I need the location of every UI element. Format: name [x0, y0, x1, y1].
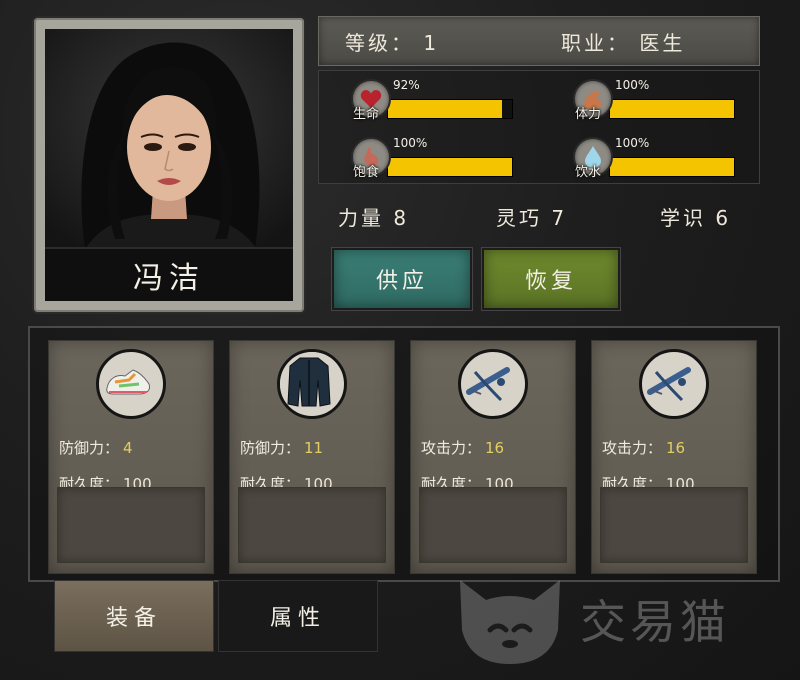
stat-water: 100% 饮水	[573, 131, 743, 180]
stat-label: 攻击力：	[602, 439, 663, 457]
crossbow-icon	[458, 349, 528, 419]
stat-life-label: 生命	[353, 107, 380, 122]
equipment-stat-line: 防御力： 11	[240, 437, 323, 458]
header-bar: 等级： 1 职业： 医生	[318, 16, 760, 66]
stat-water-percent: 100%	[615, 136, 650, 150]
stat-hunger-label: 饱食	[353, 165, 380, 180]
jacket-icon	[277, 349, 347, 419]
recover-button[interactable]: 恢复	[482, 248, 620, 310]
stat-label: 攻击力：	[421, 439, 482, 457]
character-portrait-image	[45, 29, 293, 249]
crossbow-icon	[639, 349, 709, 419]
equipment-card-jacket[interactable]: 防御力： 11 耐久度： 100	[229, 340, 395, 574]
stat-hunger-percent: 100%	[393, 136, 428, 150]
watermark-text: 交易猫	[580, 595, 730, 649]
watermark: 交易猫	[450, 560, 790, 670]
equipment-card-shoes[interactable]: 防御力： 4 耐久度： 100	[48, 340, 214, 574]
stat-hunger: 100% 饱食	[351, 131, 521, 180]
stat-life-bar	[387, 99, 513, 119]
stat-stamina-bar	[609, 99, 735, 119]
stat-value: 4	[123, 439, 133, 457]
character-name: 冯洁	[45, 247, 293, 301]
stat-stamina-label: 体力	[575, 107, 602, 122]
equipment-card-crossbow-2[interactable]: 攻击力： 16 耐久度： 100	[591, 340, 757, 574]
stat-stamina-percent: 100%	[615, 78, 650, 92]
stat-value: 11	[304, 439, 324, 457]
equipment-stat-line: 攻击力： 16	[602, 437, 685, 458]
equipment-slot	[238, 487, 386, 563]
attribute-strength: 力量 8	[338, 206, 410, 230]
vital-stats-panel: 92% 生命 100% 体力 100% 饱食 100% 饮水	[318, 70, 760, 184]
stat-value: 16	[485, 439, 505, 457]
stat-hunger-bar	[387, 157, 513, 177]
attribute-knowledge: 学识 6	[660, 206, 732, 230]
stat-label: 防御力：	[240, 439, 301, 457]
stat-label: 防御力：	[59, 439, 120, 457]
character-portrait-frame: 冯洁	[34, 18, 304, 312]
equipment-card-crossbow-1[interactable]: 攻击力： 16 耐久度： 100	[410, 340, 576, 574]
equipment-slot	[419, 487, 567, 563]
supply-button[interactable]: 供应	[332, 248, 472, 310]
equipment-slot	[57, 487, 205, 563]
stat-stamina: 100% 体力	[573, 73, 743, 122]
stat-water-bar	[609, 157, 735, 177]
equipment-stat-line: 攻击力： 16	[421, 437, 504, 458]
equipment-stat-line: 防御力： 4	[59, 437, 133, 458]
stat-life-percent: 92%	[393, 78, 420, 92]
equipment-slot	[600, 487, 748, 563]
sneaker-icon	[96, 349, 166, 419]
character-portrait: 冯洁	[45, 29, 293, 301]
attributes-row: 力量 8 灵巧 7 学识 6	[318, 196, 758, 232]
cat-logo-icon	[460, 580, 560, 664]
attribute-agility: 灵巧 7	[496, 206, 568, 230]
stat-value: 16	[666, 439, 686, 457]
level-text: 等级： 1	[345, 30, 440, 55]
stat-life: 92% 生命	[351, 73, 521, 122]
tab-equipment[interactable]: 装备	[54, 580, 214, 652]
job-text: 职业： 医生	[561, 30, 686, 55]
equipment-panel: 防御力： 4 耐久度： 100 防御力： 11 耐久度： 100 攻击力： 16 耐久度：…	[28, 326, 780, 582]
stat-water-label: 饮水	[575, 165, 602, 180]
tab-attributes[interactable]: 属性	[218, 580, 378, 652]
